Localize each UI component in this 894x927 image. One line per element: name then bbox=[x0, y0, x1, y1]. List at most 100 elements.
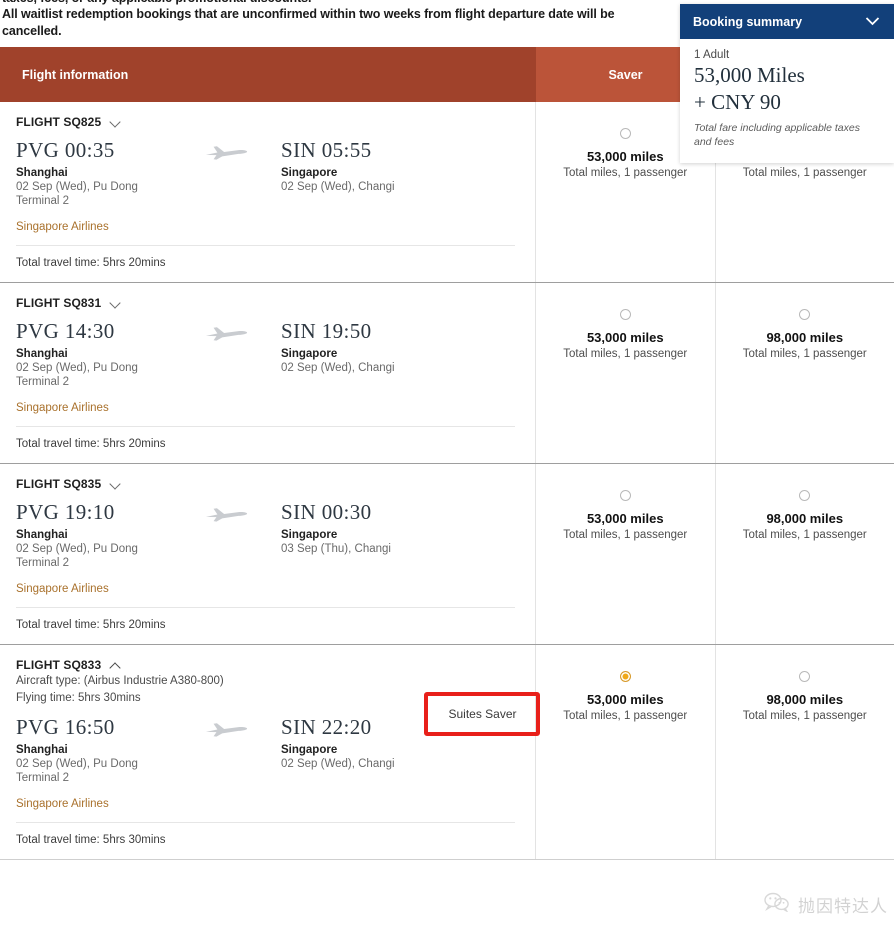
flight-number-toggle[interactable]: FLIGHT SQ833 bbox=[16, 658, 515, 672]
flight-row: FLIGHT SQ835 PVG 19:10 Shanghai 02 Sep (Wed… bbox=[0, 464, 894, 645]
total-travel-time: Total travel time: 5hrs 20mins bbox=[16, 438, 166, 450]
fare-miles-sub: Total miles, 1 passenger bbox=[742, 529, 867, 541]
fare-option-cell[interactable]: 98,000 miles Total miles, 1 passenger bbox=[716, 645, 894, 859]
departure-date-airport: 02 Sep (Wed), Pu Dong bbox=[16, 181, 138, 193]
flight-row: FLIGHT SQ833 Aircraft type: (Airbus Indus… bbox=[0, 645, 894, 860]
flight-rows-container: FLIGHT SQ825 PVG 00:35 Shanghai 02 Sep (Wed… bbox=[0, 102, 894, 860]
flight-number: FLIGHT SQ831 bbox=[16, 296, 102, 310]
flight-row: FLIGHT SQ831 PVG 14:30 Shanghai 02 Sep (Wed… bbox=[0, 283, 894, 464]
fare-note: Total fare including applicable taxes an… bbox=[694, 122, 860, 148]
fare-miles: 53,000 miles bbox=[586, 692, 664, 707]
booking-summary-panel: Booking summary 1 Adult 53,000 Miles + C… bbox=[680, 4, 894, 163]
arrival-date-airport: 02 Sep (Wed), Changi bbox=[281, 181, 395, 193]
chevron-down-icon[interactable] bbox=[865, 15, 880, 29]
total-travel-time: Total travel time: 5hrs 20mins bbox=[16, 619, 166, 631]
fare-miles: 53,000 miles bbox=[586, 511, 664, 526]
departure-terminal: Terminal 2 bbox=[16, 557, 70, 569]
fare-miles-sub: Total miles, 1 passenger bbox=[742, 167, 867, 179]
flight-information-cell: FLIGHT SQ833 Aircraft type: (Airbus Indus… bbox=[0, 645, 536, 859]
booking-summary-title: Booking summary bbox=[693, 14, 803, 29]
chevron-up-icon[interactable] bbox=[110, 660, 121, 671]
passenger-count: 1 Adult bbox=[694, 49, 730, 61]
fare-radio-button[interactable] bbox=[619, 128, 631, 139]
arrival-code-time: SIN 19:50 bbox=[281, 319, 372, 343]
suites-saver-text: Suites Saver bbox=[448, 707, 517, 721]
fare-radio-button[interactable] bbox=[619, 671, 631, 682]
fare-miles-sub: Total miles, 1 passenger bbox=[563, 348, 688, 360]
total-cash: + CNY 90 bbox=[694, 90, 781, 114]
flight-number-toggle[interactable]: FLIGHT SQ831 bbox=[16, 296, 515, 310]
fare-option-cell[interactable]: 53,000 miles Total miles, 1 passenger bbox=[536, 645, 716, 859]
operating-carrier-link[interactable]: Singapore Airlines bbox=[16, 402, 515, 414]
departure-date-airport: 02 Sep (Wed), Pu Dong bbox=[16, 543, 138, 555]
fare-miles: 53,000 miles bbox=[586, 149, 664, 164]
operating-carrier-link[interactable]: Singapore Airlines bbox=[16, 221, 515, 233]
departure-code-time: PVG 19:10 bbox=[16, 500, 115, 524]
aircraft-type: Aircraft type: (Airbus Industrie A380-80… bbox=[16, 675, 224, 687]
fare-radio-button[interactable] bbox=[799, 671, 811, 682]
departure-city: Shanghai bbox=[16, 348, 68, 360]
column-header-flight-information: Flight information bbox=[0, 47, 536, 102]
booking-summary-body: 1 Adult 53,000 Miles + CNY 90 Total fare… bbox=[680, 39, 894, 163]
flight-number-toggle[interactable]: FLIGHT SQ835 bbox=[16, 477, 515, 491]
fare-radio-button[interactable] bbox=[799, 490, 811, 501]
arrival-city: Singapore bbox=[281, 348, 338, 360]
booking-summary-header[interactable]: Booking summary bbox=[680, 4, 894, 39]
departure-code-time: PVG 14:30 bbox=[16, 319, 115, 343]
fare-radio-button[interactable] bbox=[619, 309, 631, 320]
fare-option-cell[interactable]: 53,000 miles Total miles, 1 passenger bbox=[536, 283, 716, 463]
fare-miles: 53,000 miles bbox=[586, 330, 664, 345]
flight-legs: PVG 00:35 Shanghai 02 Sep (Wed), Pu Dong Te… bbox=[16, 138, 515, 208]
departure-code-time: PVG 16:50 bbox=[16, 715, 115, 739]
fare-miles: 98,000 miles bbox=[766, 330, 844, 345]
departure-city: Shanghai bbox=[16, 529, 68, 541]
operating-carrier-link[interactable]: Singapore Airlines bbox=[16, 798, 515, 810]
departure-leg: PVG 14:30 Shanghai 02 Sep (Wed), Pu Dong Te… bbox=[16, 319, 201, 389]
total-travel-time: Total travel time: 5hrs 20mins bbox=[16, 257, 166, 269]
flight-number: FLIGHT SQ825 bbox=[16, 115, 102, 129]
airplane-icon bbox=[204, 323, 250, 343]
watermark-text: 抛因特达人 bbox=[798, 897, 888, 917]
arrival-code-time: SIN 00:30 bbox=[281, 500, 372, 524]
airplane-icon bbox=[204, 504, 250, 524]
chevron-down-icon[interactable] bbox=[110, 298, 121, 309]
notice-clipped-line: taxes, fees, or any applicable promotion… bbox=[2, 0, 311, 5]
fare-miles: 98,000 miles bbox=[766, 511, 844, 526]
chevron-down-icon[interactable] bbox=[110, 479, 121, 490]
fare-miles-sub: Total miles, 1 passenger bbox=[563, 529, 688, 541]
departure-date-airport: 02 Sep (Wed), Pu Dong bbox=[16, 758, 138, 770]
fare-radio-button[interactable] bbox=[619, 490, 631, 501]
departure-leg: PVG 00:35 Shanghai 02 Sep (Wed), Pu Dong Te… bbox=[16, 138, 201, 208]
arrival-leg: SIN 19:50 Singapore 02 Sep (Wed), Changi bbox=[281, 319, 466, 389]
departure-leg: PVG 19:10 Shanghai 02 Sep (Wed), Pu Dong Te… bbox=[16, 500, 201, 570]
chevron-down-icon[interactable] bbox=[110, 117, 121, 128]
arrival-leg: SIN 00:30 Singapore 03 Sep (Thu), Changi bbox=[281, 500, 466, 570]
flight-number-toggle[interactable]: FLIGHT SQ825 bbox=[16, 115, 515, 129]
operating-carrier-link[interactable]: Singapore Airlines bbox=[16, 583, 515, 595]
fare-option-cell[interactable]: 53,000 miles Total miles, 1 passenger bbox=[536, 464, 716, 644]
notice-text: All waitlist redemption bookings that ar… bbox=[2, 7, 615, 38]
flight-results-table: Flight information Saver FLIGHT SQ825 PVG… bbox=[0, 47, 894, 860]
fare-miles-sub: Total miles, 1 passenger bbox=[563, 710, 688, 722]
arrival-city: Singapore bbox=[281, 529, 338, 541]
fare-miles-sub: Total miles, 1 passenger bbox=[742, 710, 867, 722]
suites-saver-label[interactable]: Suites Saver bbox=[430, 697, 536, 731]
departure-city: Shanghai bbox=[16, 167, 68, 179]
airplane-icon bbox=[204, 142, 250, 162]
flight-information-cell: FLIGHT SQ831 PVG 14:30 Shanghai 02 Sep (Wed… bbox=[0, 283, 536, 463]
departure-terminal: Terminal 2 bbox=[16, 195, 70, 207]
arrival-city: Singapore bbox=[281, 167, 338, 179]
fare-radio-button[interactable] bbox=[799, 309, 811, 320]
flight-number: FLIGHT SQ833 bbox=[16, 658, 102, 672]
airplane-icon bbox=[204, 719, 250, 739]
arrival-code-time: SIN 05:55 bbox=[281, 138, 372, 162]
departure-city: Shanghai bbox=[16, 744, 68, 756]
departure-terminal: Terminal 2 bbox=[16, 376, 70, 388]
arrival-date-airport: 02 Sep (Wed), Changi bbox=[281, 758, 395, 770]
fare-option-cell[interactable]: 98,000 miles Total miles, 1 passenger bbox=[716, 283, 894, 463]
flight-information-cell: FLIGHT SQ825 PVG 00:35 Shanghai 02 Sep (Wed… bbox=[0, 102, 536, 282]
fare-option-cell[interactable]: 98,000 miles Total miles, 1 passenger bbox=[716, 464, 894, 644]
departure-terminal: Terminal 2 bbox=[16, 772, 70, 784]
departure-leg: PVG 16:50 Shanghai 02 Sep (Wed), Pu Dong Te… bbox=[16, 715, 201, 785]
arrival-city: Singapore bbox=[281, 744, 338, 756]
